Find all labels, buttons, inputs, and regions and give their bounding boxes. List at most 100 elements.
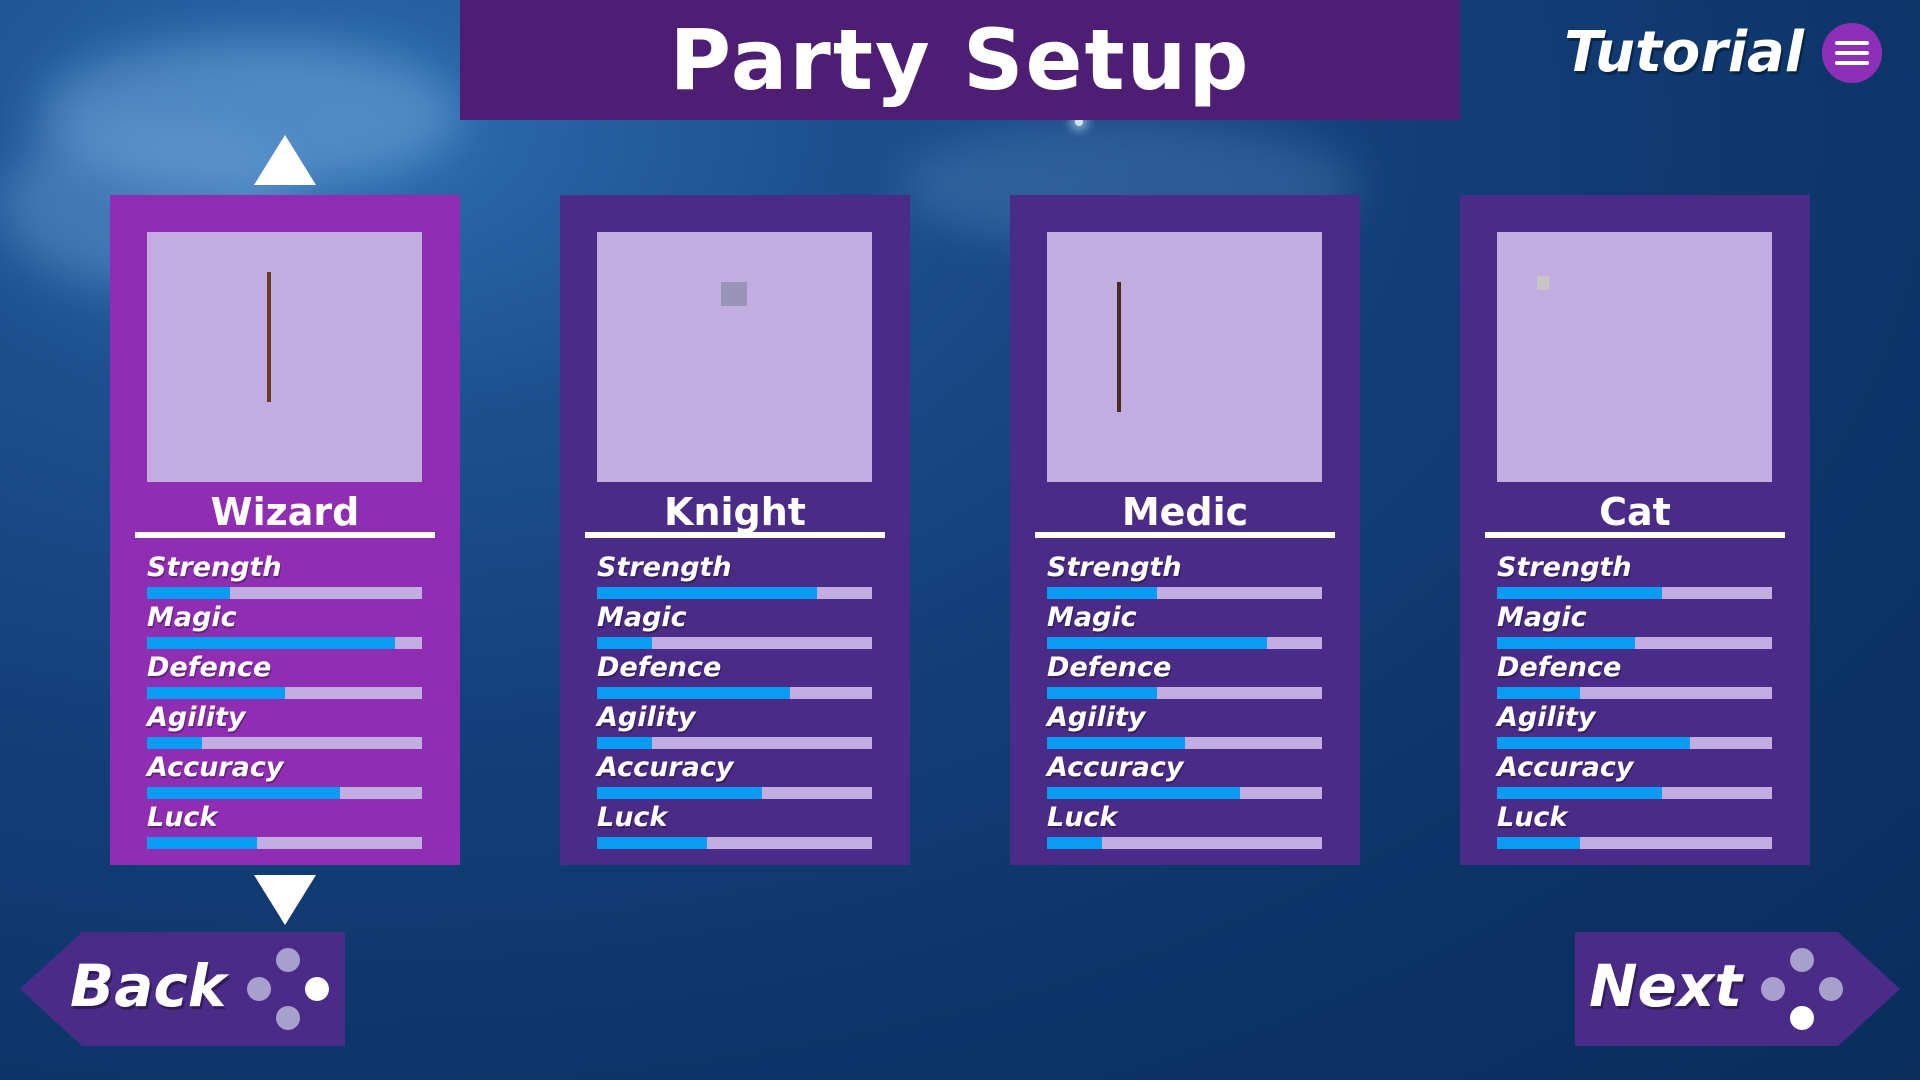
character-card-medic[interactable]: Medic Strength Magic Defence Agility Accuracy… [1010,195,1360,865]
stat-bar-fill [147,787,340,799]
stat-label: Defence [597,652,722,683]
stat-label: Strength [147,552,282,583]
tutorial-button[interactable]: Tutorial [1564,20,1882,85]
stat-bar-fill [597,787,762,799]
stat-bar-track [1497,737,1772,749]
stat-bar-fill [147,637,395,649]
stat-bar-fill [1047,587,1157,599]
divider [1035,532,1335,538]
stat-label: Agility [597,702,696,733]
next-button[interactable]: Next [1575,932,1900,1046]
stat-luck: Luck [147,800,422,850]
stat-bar-track [1497,787,1772,799]
divider [585,532,885,538]
stat-strength: Strength [597,550,872,600]
stat-bar-fill [1047,837,1102,849]
stat-accuracy: Accuracy [1047,750,1322,800]
stat-bar-fill [1047,787,1240,799]
stat-bar-fill [1047,687,1157,699]
stat-list: Strength Magic Defence Agility Accuracy Luck [597,550,872,850]
stat-bar-track [147,737,422,749]
stat-label: Magic [1497,602,1587,633]
stat-defence: Defence [1497,650,1772,700]
stat-label: Accuracy [147,752,284,783]
stat-bar-track [1497,587,1772,599]
stat-bar-track [1047,687,1322,699]
stat-bar-fill [1497,587,1662,599]
stat-magic: Magic [1497,600,1772,650]
stat-magic: Magic [147,600,422,650]
stat-bar-fill [1497,787,1662,799]
stat-bar-track [597,837,872,849]
stat-bar-fill [1047,637,1267,649]
stat-label: Strength [597,552,732,583]
arrow-up-icon[interactable] [254,135,316,185]
character-portrait [1497,232,1772,482]
stat-bar-track [147,687,422,699]
stat-luck: Luck [1047,800,1322,850]
stat-bar-fill [147,687,285,699]
stat-bar-track [147,787,422,799]
gamepad-buttons-icon [1761,948,1843,1030]
stat-bar-track [147,637,422,649]
stat-label: Agility [1047,702,1146,733]
stat-label: Luck [1497,802,1568,833]
medic-sprite [1117,282,1121,412]
tutorial-label: Tutorial [1564,20,1804,85]
stat-strength: Strength [147,550,422,600]
stat-agility: Agility [1497,700,1772,750]
stat-magic: Magic [597,600,872,650]
divider [135,532,435,538]
stat-label: Magic [597,602,687,633]
stat-label: Luck [1047,802,1118,833]
stat-agility: Agility [597,700,872,750]
stat-bar-fill [1497,637,1635,649]
stat-bar-fill [597,687,790,699]
stat-bar-fill [147,587,230,599]
stat-bar-track [1047,637,1322,649]
menu-icon[interactable] [1822,22,1882,83]
stat-label: Luck [147,802,218,833]
stat-bar-fill [1497,687,1580,699]
stat-list: Strength Magic Defence Agility Accuracy Luck [147,550,422,850]
arrow-down-icon[interactable] [254,875,316,925]
stat-accuracy: Accuracy [1497,750,1772,800]
stat-bar-track [147,837,422,849]
stat-bar-fill [1497,737,1690,749]
stat-label: Agility [1497,702,1596,733]
stat-label: Luck [597,802,668,833]
stat-strength: Strength [1497,550,1772,600]
character-card-knight[interactable]: Knight Strength Magic Defence Agility Accurac… [560,195,910,865]
stat-accuracy: Accuracy [597,750,872,800]
stat-bar-fill [1497,837,1580,849]
stat-bar-track [147,587,422,599]
character-card-cat[interactable]: Cat Strength Magic Defence Agility Accuracy Lu… [1460,195,1810,865]
stat-label: Magic [1047,602,1137,633]
stat-bar-fill [597,587,817,599]
stat-luck: Luck [597,800,872,850]
stat-bar-fill [597,637,652,649]
stat-label: Accuracy [1047,752,1184,783]
stat-agility: Agility [1047,700,1322,750]
stat-bar-track [597,687,872,699]
stat-bar-track [1047,737,1322,749]
character-portrait [147,232,422,482]
stat-defence: Defence [147,650,422,700]
stat-list: Strength Magic Defence Agility Accuracy Luck [1497,550,1772,850]
back-label: Back [70,952,227,1020]
stat-label: Magic [147,602,237,633]
knight-sprite [721,282,747,306]
back-button[interactable]: Back [20,932,345,1046]
stat-label: Accuracy [1497,752,1634,783]
next-label: Next [1589,952,1743,1020]
stat-luck: Luck [1497,800,1772,850]
stat-list: Strength Magic Defence Agility Accuracy Luck [1047,550,1322,850]
stat-bar-track [597,587,872,599]
stat-bar-track [1497,687,1772,699]
stat-label: Defence [1497,652,1622,683]
stat-bar-fill [1047,737,1185,749]
page-title: Party Setup [669,11,1251,109]
stat-bar-fill [147,737,202,749]
character-portrait [1047,232,1322,482]
character-card-wizard[interactable]: Wizard Strength Magic Defence Agility Accurac… [110,195,460,865]
